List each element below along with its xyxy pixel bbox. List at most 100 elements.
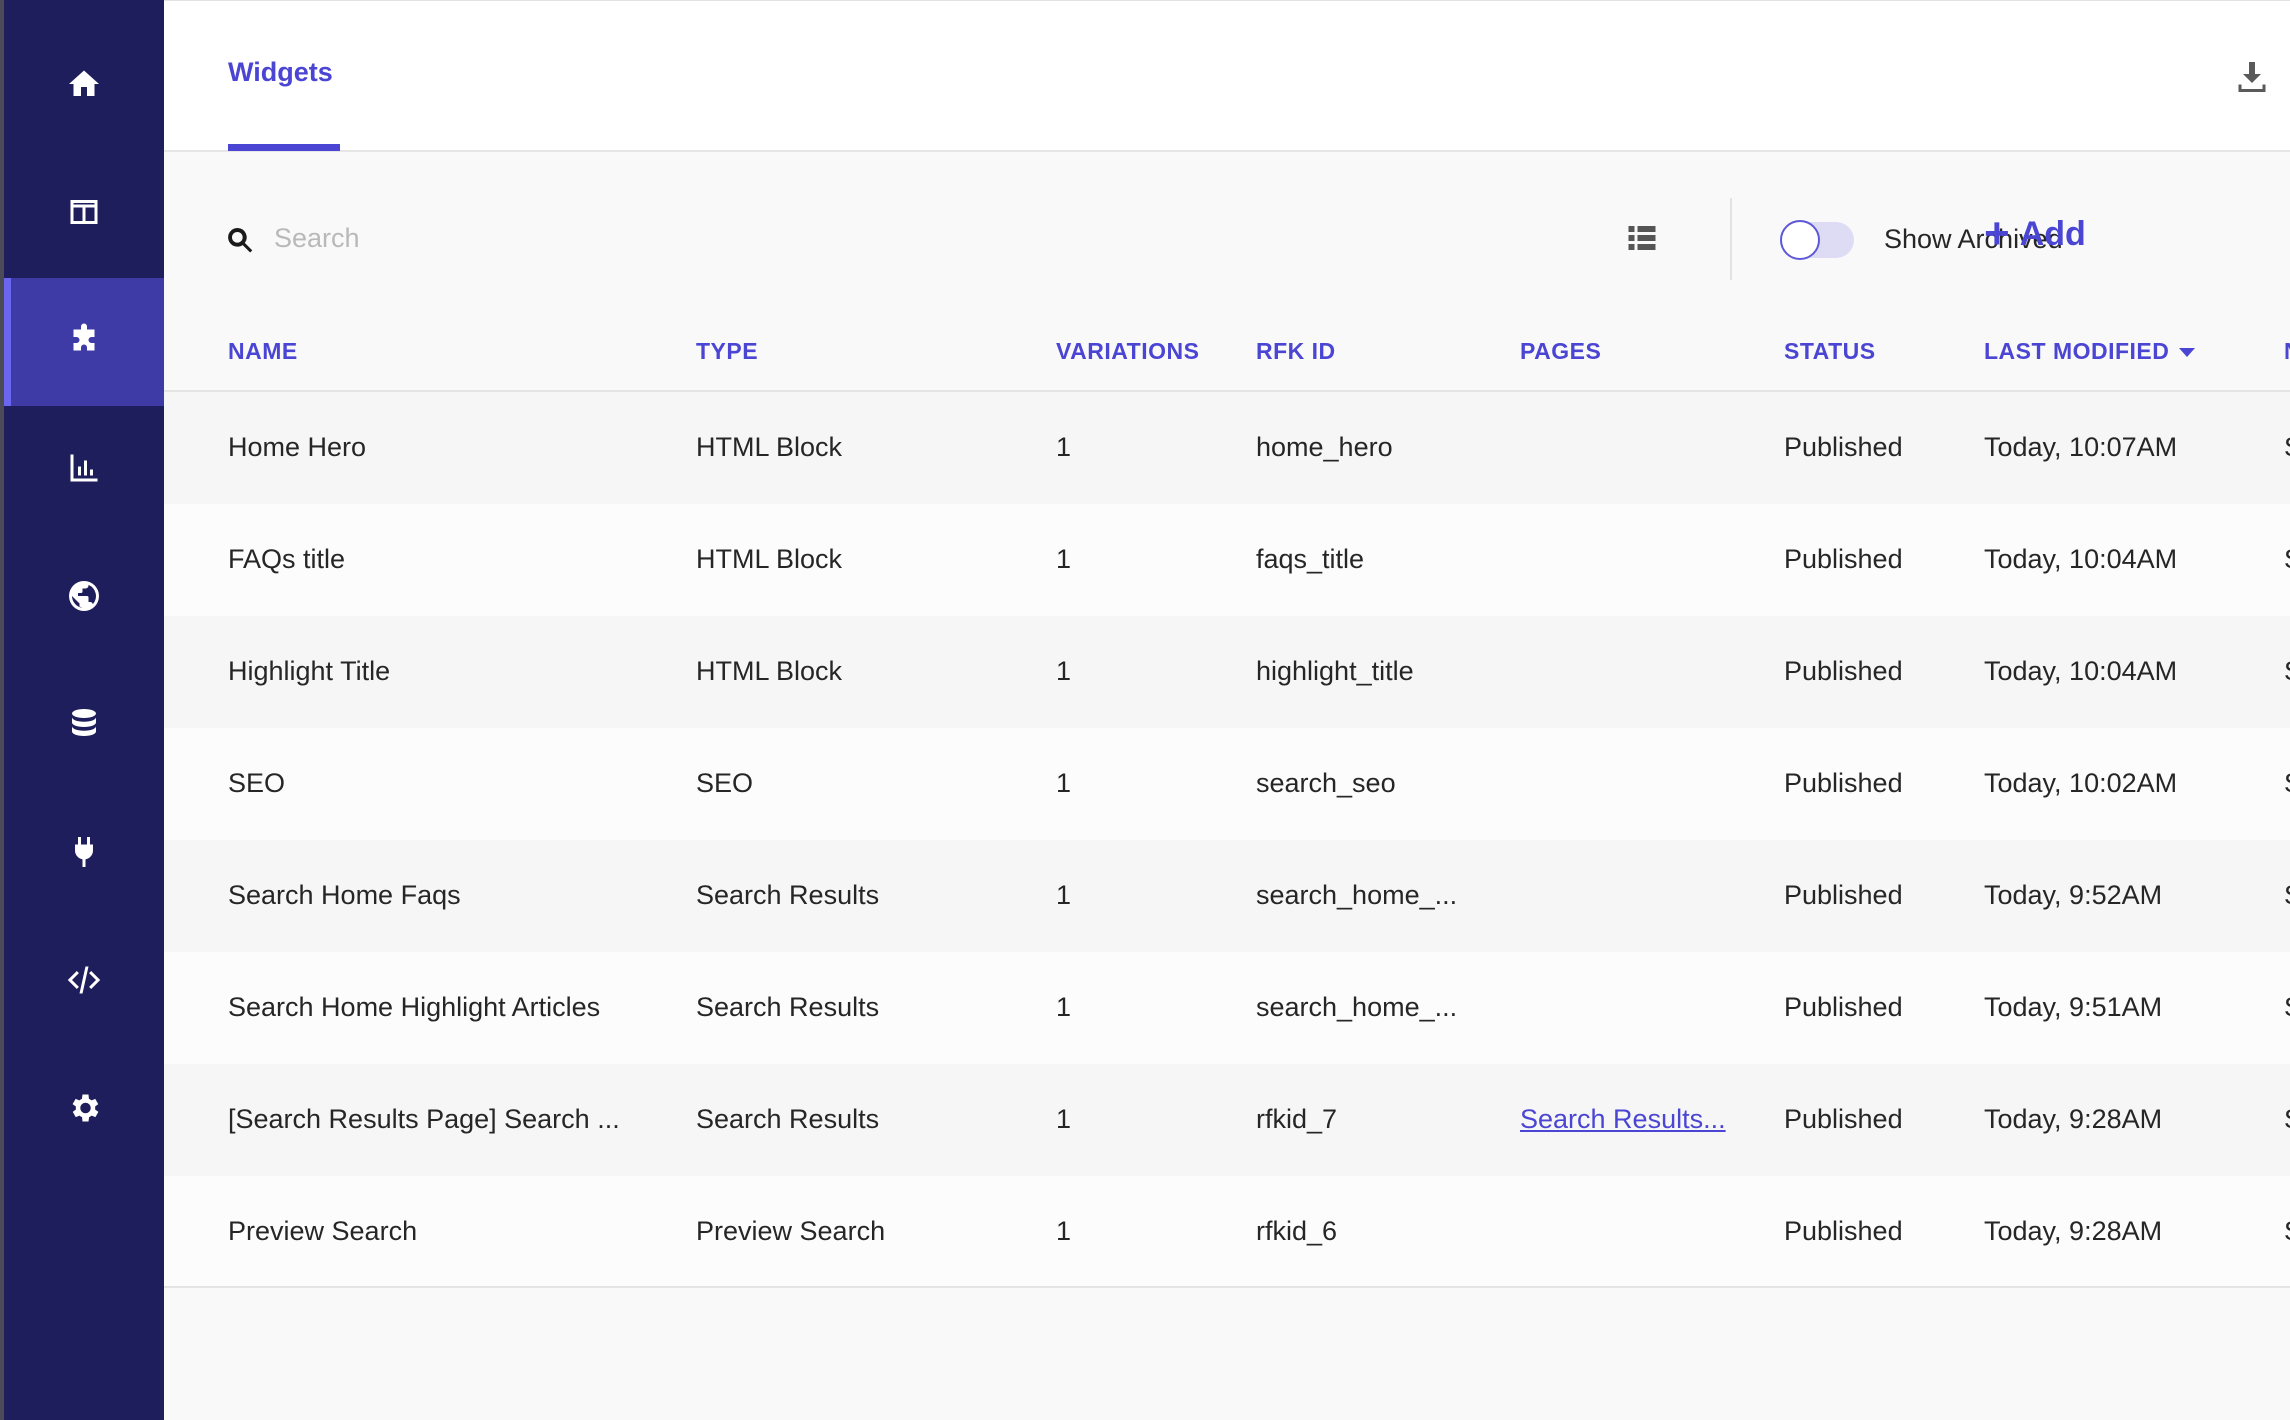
nav-data[interactable] [4,662,164,790]
cell-name: Search Home Highlight Articles [228,992,601,1022]
cell-status: Published [1784,432,1903,462]
table-row[interactable]: [Search Results Page] Search ... Search … [164,1064,2290,1176]
nav-layout[interactable] [4,150,164,278]
cell-rfk-id: search_seo [1256,768,1396,798]
cell-type: HTML Block [696,544,843,574]
puzzle-icon [66,322,102,363]
column-header-last-modified[interactable]: LAST MODIFIED [1984,338,2196,365]
cell-type: SEO [696,768,754,798]
cell-status: Published [1784,544,1903,574]
download-icon [2234,62,2270,99]
main-content: Widgets Show Archived + Add NAME TYPE VA… [164,0,2290,1420]
list-view-button[interactable] [1624,220,1664,260]
cell-type: Search Results [696,992,880,1022]
nav-analytics[interactable] [4,406,164,534]
nav-global[interactable] [4,534,164,662]
nav-integrations[interactable] [4,790,164,918]
table-row[interactable]: Highlight Title HTML Block 1 highlight_t… [164,616,2290,728]
cell-extra: S [2284,432,2290,463]
column-header-rfk-id[interactable]: RFK ID [1256,338,1336,365]
cell-last-modified: Today, 9:28AM [1984,1104,2163,1134]
active-tab-indicator [228,144,340,151]
cell-rfk-id: rfkid_7 [1256,1104,1338,1134]
table-row[interactable]: Preview Search Preview Search 1 rfkid_6 … [164,1176,2290,1288]
table-row[interactable]: SEO SEO 1 search_seo Published Today, 10… [164,728,2290,840]
search-input[interactable] [274,216,674,260]
code-icon [66,962,102,1003]
column-header-variations[interactable]: VARIATIONS [1056,338,1199,365]
cell-name: SEO [228,768,286,798]
toolbar-divider [1730,198,1732,280]
cell-last-modified: Today, 10:02AM [1984,768,2178,798]
column-header-type[interactable]: TYPE [696,338,758,365]
cell-last-modified: Today, 10:07AM [1984,432,2178,462]
cell-status: Published [1784,992,1903,1022]
sort-desc-icon [2179,348,2196,358]
cell-type: HTML Block [696,656,843,686]
cell-rfk-id: home_hero [1256,432,1393,462]
cell-name: Preview Search [228,1216,418,1246]
list-view-icon [1624,226,1660,260]
nav-widgets[interactable] [4,278,164,406]
cell-rfk-id: rfkid_6 [1256,1216,1338,1246]
plus-icon: + [1984,209,2010,258]
toolbar: Show Archived + Add [164,190,2290,290]
cell-last-modified: Today, 9:28AM [1984,1216,2163,1246]
plug-icon [66,834,102,875]
cell-type: Search Results [696,1104,880,1134]
cell-extra: S [2284,992,2290,1023]
cell-variations: 1 [1056,656,1072,686]
table-row[interactable]: Home Hero HTML Block 1 home_hero Publish… [164,392,2290,504]
gear-icon [66,1090,102,1131]
nav-home[interactable] [4,22,164,150]
nav-settings[interactable] [4,1046,164,1174]
cell-rfk-id: search_home_... [1256,880,1458,910]
cell-status: Published [1784,1216,1903,1246]
cell-last-modified: Today, 10:04AM [1984,656,2178,686]
cell-extra: S [2284,880,2290,911]
table-row[interactable]: Search Home Highlight Articles Search Re… [164,952,2290,1064]
cell-type: Search Results [696,880,880,910]
layout-icon [66,194,102,235]
add-label: Add [2019,214,2086,253]
cell-extra: S [2284,768,2290,799]
toggle-knob [1780,220,1820,260]
cell-variations: 1 [1056,992,1072,1022]
table-body: Home Hero HTML Block 1 home_hero Publish… [164,392,2290,1288]
table-row[interactable]: FAQs title HTML Block 1 faqs_title Publi… [164,504,2290,616]
cell-last-modified: Today, 9:51AM [1984,992,2163,1022]
table-header: NAME TYPE VARIATIONS RFK ID PAGES STATUS… [164,316,2290,392]
cell-status: Published [1784,1104,1903,1134]
cell-variations: 1 [1056,432,1072,462]
cell-extra: S [2284,1216,2290,1247]
page-header: Widgets [164,0,2290,152]
column-header-name[interactable]: NAME [228,338,298,365]
globe-icon [66,578,102,619]
tab-widgets[interactable]: Widgets [228,57,333,88]
column-header-pages[interactable]: PAGES [1520,338,1601,365]
last-modified-label: LAST MODIFIED [1984,338,2170,364]
cell-variations: 1 [1056,544,1072,574]
cell-rfk-id: highlight_title [1256,656,1414,686]
cell-last-modified: Today, 10:04AM [1984,544,2178,574]
cell-name: Home Hero [228,432,367,462]
cell-variations: 1 [1056,1104,1072,1134]
cell-variations: 1 [1056,768,1072,798]
table-row[interactable]: Search Home Faqs Search Results 1 search… [164,840,2290,952]
cell-name: Search Home Faqs [228,880,461,910]
cell-status: Published [1784,880,1903,910]
page-link[interactable]: Search Results... [1520,1104,1750,1135]
cell-rfk-id: faqs_title [1256,544,1365,574]
add-widget-button[interactable]: + Add [1984,209,2086,258]
search-icon [224,224,256,256]
column-header-status[interactable]: STATUS [1784,338,1876,365]
column-header-extra[interactable]: N [2284,338,2290,365]
cell-extra: S [2284,544,2290,575]
cell-status: Published [1784,656,1903,686]
download-button[interactable] [2234,59,2274,99]
nav-developer[interactable] [4,918,164,1046]
show-archived-toggle[interactable] [1780,220,1854,260]
cell-name: FAQs title [228,544,346,574]
home-icon [66,66,102,107]
analytics-icon [66,450,102,491]
